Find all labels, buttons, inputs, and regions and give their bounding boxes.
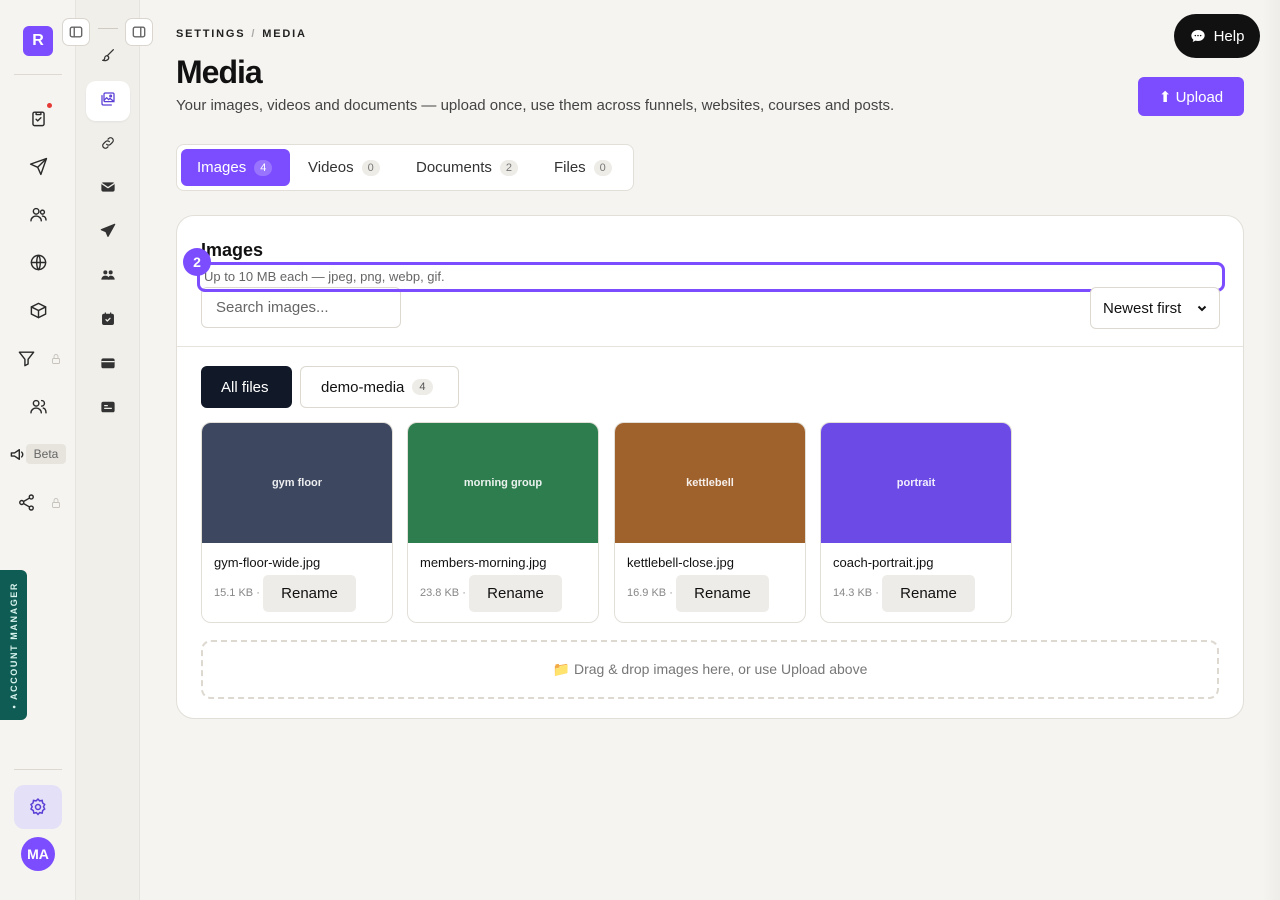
- file-name: members-morning.jpg: [420, 555, 547, 570]
- image-thumbnail[interactable]: morning group: [408, 423, 598, 543]
- funnel-icon[interactable]: [14, 346, 38, 370]
- notification-dot: [47, 103, 52, 108]
- share-icon[interactable]: [14, 490, 38, 514]
- file-name: gym-floor-wide.jpg: [214, 555, 321, 570]
- rename-button[interactable]: Rename: [676, 575, 769, 612]
- folder-demo-media[interactable]: demo-media 4: [300, 366, 459, 408]
- breadcrumb-separator: /: [251, 28, 257, 40]
- folder-all-files[interactable]: All files: [201, 366, 292, 408]
- rail-divider: [14, 769, 62, 770]
- dropzone[interactable]: 📁 Drag & drop images here, or use Upload…: [201, 640, 1219, 699]
- rename-button[interactable]: Rename: [263, 575, 356, 612]
- page-subtitle: Your images, videos and documents — uplo…: [176, 97, 895, 114]
- file-size: 16.9 KB ·: [627, 587, 673, 599]
- breadcrumb-parent[interactable]: SETTINGS: [176, 28, 245, 40]
- courses-icon[interactable]: [26, 298, 50, 322]
- file-name: coach-portrait.jpg: [833, 555, 934, 570]
- help-button[interactable]: Help: [1174, 14, 1260, 58]
- upload-button[interactable]: ⬆ Upload: [1138, 77, 1244, 116]
- tab-label: Files: [554, 159, 586, 176]
- tab-label: Documents: [416, 159, 492, 176]
- edge-shade: [1262, 0, 1280, 900]
- sidebar-toggle-icon: [132, 26, 146, 38]
- tab-count: 0: [593, 159, 612, 176]
- image-thumbnail[interactable]: portrait: [821, 423, 1011, 543]
- globe-icon[interactable]: [26, 250, 50, 274]
- media-tile[interactable]: gym floor gym-floor-wide.jpg 15.1 KB · R…: [201, 422, 393, 623]
- mail-icon[interactable]: [98, 177, 118, 197]
- file-size: 23.8 KB ·: [420, 587, 466, 599]
- community-icon[interactable]: [26, 394, 50, 418]
- image-thumbnail[interactable]: kettlebell: [615, 423, 805, 543]
- account-manager-tab[interactable]: • ACCOUNT MANAGER: [0, 570, 27, 720]
- media-icon[interactable]: [98, 89, 118, 109]
- folder-count: 4: [412, 379, 433, 395]
- team-icon[interactable]: [98, 265, 118, 285]
- tab-count: 4: [254, 159, 273, 176]
- credit-card-icon[interactable]: [98, 353, 118, 373]
- account-manager-label: • ACCOUNT MANAGER: [8, 581, 19, 709]
- upload-hint: Up to 10 MB each — jpeg, png, webp, gif.: [197, 262, 1225, 292]
- workspace-logo[interactable]: R: [23, 26, 53, 56]
- file-size: 15.1 KB ·: [214, 587, 260, 599]
- rail-divider: [14, 74, 62, 75]
- chevron-down-icon: [1197, 305, 1207, 312]
- tab-label: Videos: [308, 159, 354, 176]
- images-panel: Images Up to 10 MB each — jpeg, png, web…: [176, 215, 1244, 719]
- user-avatar[interactable]: MA: [21, 837, 55, 871]
- panel-divider: [177, 346, 1243, 347]
- collapse-primary-button[interactable]: [62, 18, 90, 46]
- media-tile[interactable]: portrait coach-portrait.jpg 14.3 KB · Re…: [820, 422, 1012, 623]
- image-thumbnail[interactable]: gym floor: [202, 423, 392, 543]
- settings-button[interactable]: [14, 785, 62, 829]
- settings-subnav: [76, 0, 140, 900]
- send-icon[interactable]: [26, 154, 50, 178]
- folder-label: All files: [221, 378, 269, 396]
- tab-documents[interactable]: Documents 2: [400, 149, 534, 186]
- media-tile[interactable]: kettlebell kettlebell-close.jpg 16.9 KB …: [614, 422, 806, 623]
- page-title: Media: [176, 54, 263, 90]
- rename-button[interactable]: Rename: [882, 575, 975, 612]
- contacts-icon[interactable]: [26, 202, 50, 226]
- gear-icon: [30, 798, 46, 816]
- tab-videos[interactable]: Videos 0: [292, 149, 396, 186]
- file-name: kettlebell-close.jpg: [627, 555, 734, 570]
- id-card-icon[interactable]: [98, 397, 118, 417]
- primary-rail: R Beta • ACCOUNT MANAGER MA: [0, 0, 76, 900]
- sort-select[interactable]: Newest first: [1090, 287, 1220, 329]
- subnav-divider: [98, 28, 118, 29]
- help-label: Help: [1213, 27, 1245, 45]
- calendar-icon[interactable]: [98, 309, 118, 329]
- lock-icon: [50, 352, 62, 364]
- clipboard-icon[interactable]: [26, 106, 50, 130]
- rename-button[interactable]: Rename: [469, 575, 562, 612]
- file-size: 14.3 KB ·: [833, 587, 879, 599]
- chat-bubble-icon: [1190, 30, 1205, 42]
- tab-label: Images: [197, 159, 247, 176]
- link-icon[interactable]: [98, 133, 118, 153]
- breadcrumb: SETTINGS / MEDIA: [176, 28, 307, 40]
- media-tile[interactable]: morning group members-morning.jpg 23.8 K…: [407, 422, 599, 623]
- sort-value: Newest first: [1103, 299, 1182, 317]
- step-badge: 2: [183, 248, 211, 276]
- collapse-subnav-button[interactable]: [125, 18, 153, 46]
- brush-icon[interactable]: [98, 45, 118, 65]
- search-input[interactable]: [201, 287, 401, 328]
- paper-plane-icon[interactable]: [98, 221, 118, 241]
- beta-badge: Beta: [26, 444, 66, 464]
- tab-count: 2: [499, 159, 518, 176]
- tab-count: 0: [361, 159, 380, 176]
- media-type-tabs: Images 4 Videos 0 Documents 2 Files 0: [176, 144, 634, 191]
- lock-icon: [50, 496, 62, 508]
- breadcrumb-current: MEDIA: [262, 28, 307, 40]
- sidebar-toggle-icon: [69, 26, 83, 38]
- tab-images[interactable]: Images 4: [181, 149, 290, 186]
- tab-files[interactable]: Files 0: [538, 149, 628, 186]
- folder-label: demo-media: [321, 378, 405, 396]
